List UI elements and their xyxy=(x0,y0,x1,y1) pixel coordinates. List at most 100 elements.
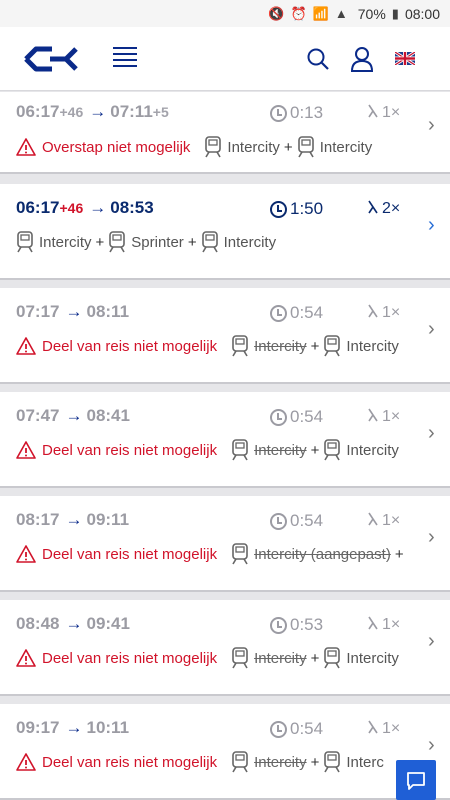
trip-leg: Intercity xyxy=(231,647,307,669)
warning-icon xyxy=(16,649,36,667)
chevron-right-icon[interactable]: › xyxy=(428,214,435,237)
search-icon[interactable] xyxy=(306,47,330,71)
trip-leg: Intercity xyxy=(231,335,307,357)
trip-leg: Intercity xyxy=(297,136,372,158)
arrow-right-icon: → xyxy=(65,718,83,737)
chevron-right-icon[interactable]: › xyxy=(428,318,435,341)
user-icon[interactable] xyxy=(350,46,374,72)
arrive-time: 09:11 xyxy=(86,510,130,529)
trip-duration: 0:53 xyxy=(270,615,323,635)
leg-separator: + xyxy=(283,138,293,156)
duration-value: 0:54 xyxy=(290,719,324,738)
transfer-count: 2× xyxy=(382,200,401,217)
arrow-right-icon: → xyxy=(65,614,83,633)
leg-label: Intercity xyxy=(254,649,307,667)
depart-time: 07:17 xyxy=(16,302,60,321)
uk-flag-icon[interactable] xyxy=(395,52,415,65)
trip-card[interactable]: 07:17 → 08:11 0:54 1× › Deel van reis niet mog… xyxy=(0,288,450,384)
arrive-time: 09:41 xyxy=(86,614,130,633)
trip-card[interactable]: 09:17 → 10:11 0:54 1× › Deel van reis niet mog… xyxy=(0,704,450,800)
arrive-time: 08:41 xyxy=(86,406,130,425)
wifi-icon: 📶 xyxy=(312,5,329,21)
arrive-delay: +5 xyxy=(152,104,169,120)
transfer-icon xyxy=(368,200,378,214)
train-icon xyxy=(232,543,248,565)
arrow-right-icon: → xyxy=(65,302,83,321)
signal-icon: ▲ xyxy=(334,6,348,21)
depart-delay: +46 xyxy=(59,104,84,120)
arrive-time: 10:11 xyxy=(86,718,130,737)
train-icon xyxy=(324,439,341,461)
depart-delay: +46 xyxy=(59,200,84,216)
trip-duration: 0:54 xyxy=(270,719,323,739)
battery-icon: ▮ xyxy=(391,5,399,21)
alarm-icon: ⏰ xyxy=(290,5,307,21)
leg-separator: + xyxy=(187,233,197,251)
depart-time: 06:17 xyxy=(16,102,60,121)
trip-duration: 0:54 xyxy=(270,511,323,531)
trip-card[interactable]: 06:17+46 → 07:11+5 0:13 1× › Overstap niet mog… xyxy=(0,92,450,174)
leg-label: Intercity xyxy=(254,337,307,355)
warning-text: Deel van reis niet mogelijk xyxy=(42,545,218,563)
transfer-icon xyxy=(368,720,378,734)
train-icon xyxy=(232,335,248,357)
trip-card[interactable]: 08:17 → 09:11 0:54 1× › Deel van reis niet mog… xyxy=(0,496,450,592)
trip-times: 09:17 → 10:11 xyxy=(16,718,129,738)
transfer-count: 1× xyxy=(382,408,401,425)
trip-warning: Deel van reis niet mogelijk xyxy=(16,337,217,355)
leg-label: Intercity xyxy=(254,753,307,771)
warning-text: Overstap niet mogelijk xyxy=(42,138,191,156)
trip-warning: Deel van reis niet mogelijk xyxy=(16,649,217,667)
trip-times: 08:17 → 09:11 xyxy=(16,510,129,530)
hamburger-menu-icon[interactable] xyxy=(113,47,137,69)
leg-label: Sprinter xyxy=(131,233,184,251)
trip-duration: 0:13 xyxy=(270,103,323,123)
leg-separator: + xyxy=(95,233,105,251)
leg-separator: + xyxy=(310,441,320,459)
leg-label: Intercity xyxy=(346,649,399,667)
warning-icon xyxy=(16,545,36,563)
trip-leg: Intercity xyxy=(323,647,399,669)
chat-icon[interactable] xyxy=(396,760,436,800)
leg-label: Intercity (aangepast) xyxy=(254,545,391,563)
chevron-right-icon[interactable]: › xyxy=(428,526,435,549)
train-icon xyxy=(232,751,248,773)
trip-card[interactable]: 06:17+46 → 08:53 1:50 2× › Intercity + Sprinter +… xyxy=(0,184,450,280)
trip-leg: Intercity xyxy=(323,439,399,461)
trip-leg: Intercity xyxy=(231,439,307,461)
clock-icon xyxy=(270,512,287,530)
trip-times: 08:48 → 09:41 xyxy=(16,614,130,634)
warning-text: Deel van reis niet mogelijk xyxy=(42,753,218,771)
warning-text: Deel van reis niet mogelijk xyxy=(42,337,218,355)
trip-warning: Deel van reis niet mogelijk xyxy=(16,753,217,771)
leg-label: Interc xyxy=(346,753,384,771)
trip-card[interactable]: 07:47 → 08:41 0:54 1× › Deel van reis niet mog… xyxy=(0,392,450,488)
transfer-count: 1× xyxy=(382,720,401,737)
train-icon xyxy=(17,231,33,253)
duration-value: 1:50 xyxy=(290,199,324,218)
trip-leg: Intercity (aangepast) xyxy=(231,543,391,565)
train-icon xyxy=(232,647,248,669)
trip-details: Overstap niet mogelijk Intercity + Intercit… xyxy=(16,134,420,160)
trip-leg: Intercity xyxy=(231,751,307,773)
arrow-right-icon: → xyxy=(65,510,83,529)
trip-warning: Deel van reis niet mogelijk xyxy=(16,545,217,563)
trip-transfers: 1× xyxy=(366,615,400,634)
trip-transfers: 1× xyxy=(366,407,400,426)
train-icon xyxy=(205,136,222,158)
duration-value: 0:54 xyxy=(290,303,324,322)
ns-logo[interactable] xyxy=(22,46,80,72)
trip-details: Deel van reis niet mogelijk Intercity + Int… xyxy=(16,333,420,359)
clock-icon xyxy=(270,616,287,634)
leg-separator: + xyxy=(394,545,404,563)
chevron-right-icon[interactable]: › xyxy=(428,630,435,653)
trip-leg: Intercity xyxy=(201,231,276,253)
depart-time: 09:17 xyxy=(16,718,60,737)
trip-card[interactable]: 08:48 → 09:41 0:53 1× › Deel van reis niet mog… xyxy=(0,600,450,696)
status-bar: 🔇 ⏰ 📶 ▲ 70% ▮ 08:00 xyxy=(0,0,450,27)
trip-duration: 1:50 xyxy=(270,199,323,219)
chevron-right-icon[interactable]: › xyxy=(428,734,435,757)
trip-leg: Sprinter xyxy=(108,231,184,253)
chevron-right-icon[interactable]: › xyxy=(428,114,435,137)
chevron-right-icon[interactable]: › xyxy=(428,422,435,445)
